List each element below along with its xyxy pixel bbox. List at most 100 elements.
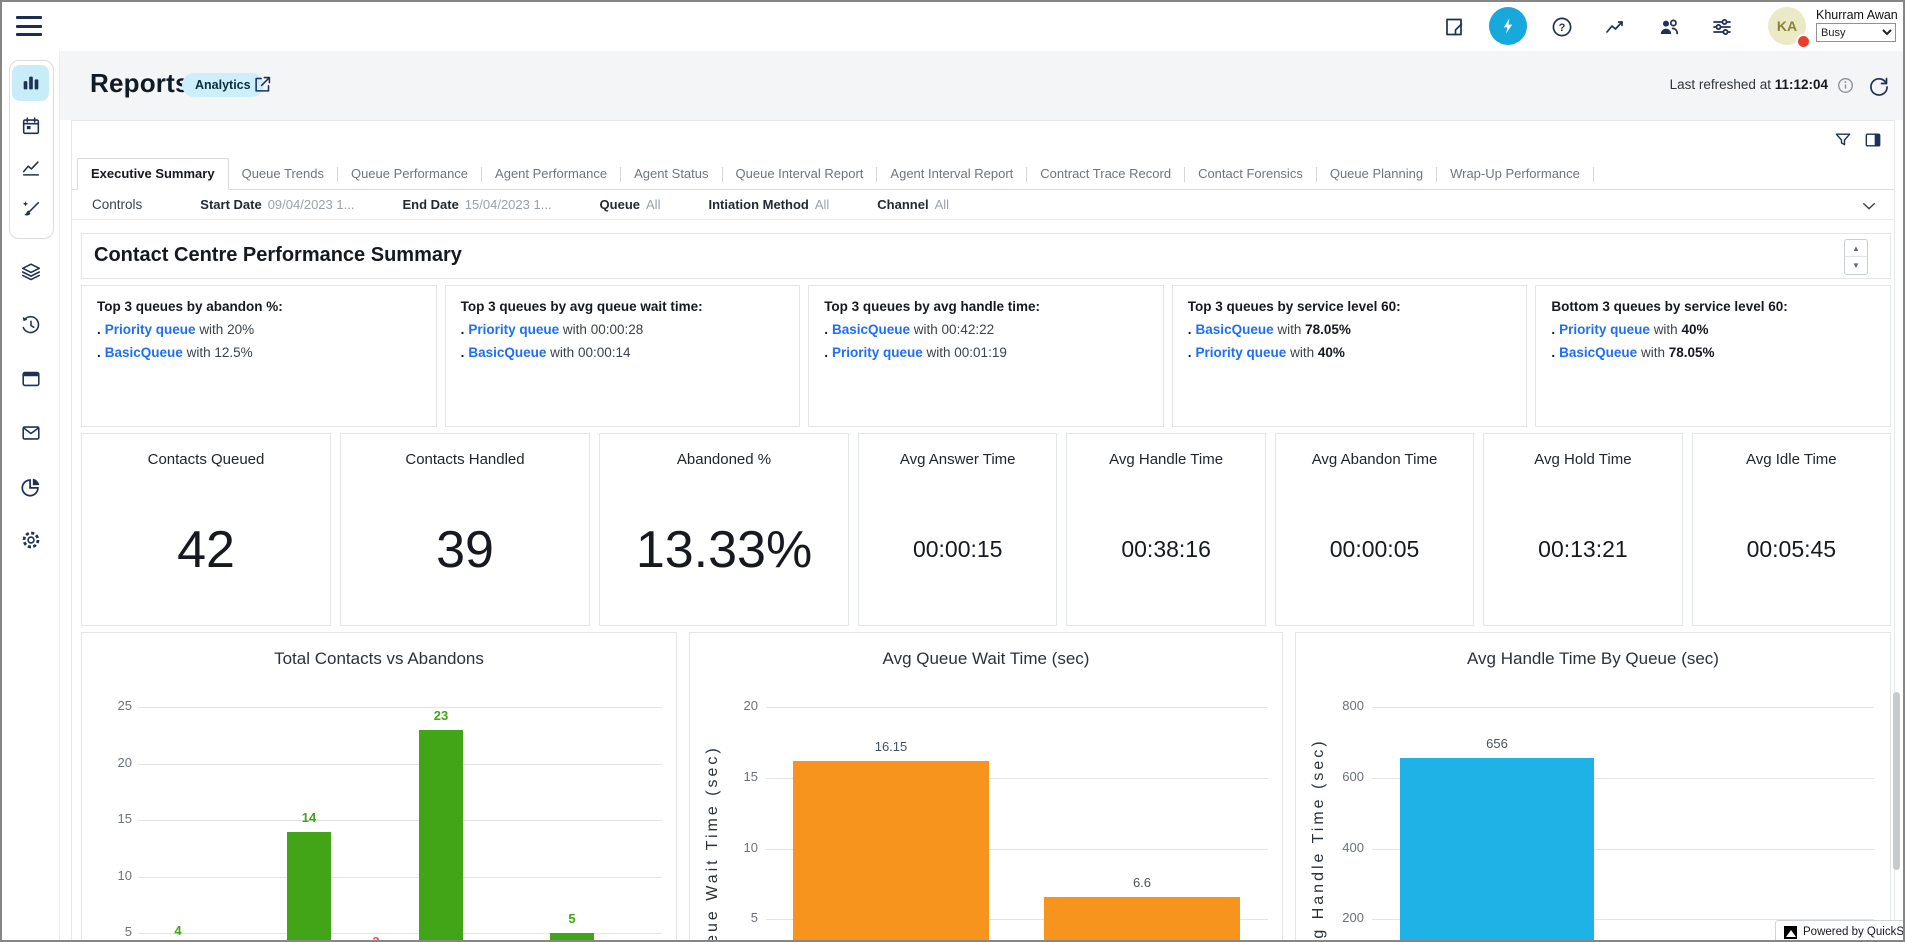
- kpi-abandoned-pct: Abandoned %13.33%: [599, 433, 849, 626]
- history-icon: [20, 314, 42, 336]
- controls-label: Controls: [92, 197, 142, 212]
- queue-link[interactable]: BasicQueue: [468, 345, 546, 360]
- bar-chart-icon: [20, 72, 42, 94]
- kpi-avg-hold-time: Avg Hold Time00:13:21: [1483, 433, 1682, 626]
- sidebar-item-metrics[interactable]: [12, 150, 49, 186]
- app-window: ? KA Khurram Awan Busy: [0, 0, 1905, 942]
- sidebar-item-workspace[interactable]: [12, 361, 49, 397]
- vertical-scrollbar[interactable]: [1893, 692, 1900, 870]
- y-tick-label: 20: [90, 755, 132, 770]
- sidebar-item-design[interactable]: [12, 192, 49, 228]
- queue-link[interactable]: Priority queue: [105, 322, 196, 337]
- bar-value-label: 14: [269, 810, 349, 825]
- gridline: [138, 764, 662, 765]
- tab-queue-interval-report[interactable]: Queue Interval Report: [723, 159, 877, 189]
- tab-agent-performance[interactable]: Agent Performance: [482, 159, 620, 189]
- quicksight-logo-icon: [1784, 926, 1797, 939]
- metrics-icon[interactable]: [1603, 15, 1627, 39]
- bar-contacts[interactable]: [550, 933, 594, 942]
- queue-link[interactable]: BasicQueue: [1196, 322, 1274, 337]
- hamburger-menu-icon[interactable]: [16, 14, 42, 38]
- chart-title: Avg Queue Wait Time (sec): [690, 649, 1282, 669]
- bar-avg-handle-time[interactable]: [1400, 758, 1594, 942]
- info-icon[interactable]: [1836, 76, 1855, 95]
- pager-up-icon[interactable]: ▲: [1845, 240, 1867, 257]
- insight-card-service-level-top: Top 3 queues by service level 60: .Basic…: [1172, 285, 1528, 427]
- insight-line: .BasicQueue with 12.5%: [97, 345, 421, 360]
- tab-contract-trace-record[interactable]: Contract Trace Record: [1027, 159, 1184, 189]
- tab-contact-forensics[interactable]: Contact Forensics: [1185, 159, 1316, 189]
- queue-link[interactable]: Priority queue: [468, 322, 559, 337]
- settings-sliders-icon[interactable]: [1710, 15, 1734, 39]
- insight-line: .Priority queue with 40%: [1551, 322, 1875, 337]
- bar-contacts[interactable]: [287, 832, 331, 942]
- end-date-control[interactable]: End Date15/04/2023 1...: [402, 197, 551, 212]
- quicksight-badge[interactable]: Powered by QuickSight: [1775, 920, 1905, 942]
- gridline: [138, 820, 662, 821]
- y-tick-label: 600: [1322, 769, 1364, 784]
- svg-text:?: ?: [1559, 22, 1566, 34]
- sidebar-item-settings[interactable]: [12, 522, 49, 558]
- start-date-control[interactable]: Start Date09/04/2023 1...: [200, 197, 354, 212]
- initiation-method-control[interactable]: Intiation MethodAll: [708, 197, 829, 212]
- insight-line: .BasicQueue with 00:00:14: [461, 345, 785, 360]
- help-icon[interactable]: ?: [1550, 15, 1574, 39]
- refresh-icon[interactable]: [1867, 74, 1891, 98]
- sidebar-item-mail[interactable]: [12, 415, 49, 451]
- chart-avg-handle-time-by-queue: Avg Handle Time By Queue (sec) 200400600…: [1295, 632, 1891, 942]
- queue-link[interactable]: Priority queue: [1196, 345, 1287, 360]
- sidebar-item-reports[interactable]: [12, 65, 49, 101]
- queue-link[interactable]: Priority queue: [1559, 322, 1650, 337]
- queue-link[interactable]: BasicQueue: [832, 322, 910, 337]
- chevron-down-icon[interactable]: [1860, 197, 1878, 215]
- bar-avg-queue-wait-time[interactable]: [793, 761, 989, 942]
- insight-line: .BasicQueue with 78.05%: [1551, 345, 1875, 360]
- insight-card-service-level-bottom: Bottom 3 queues by service level 60: .Pr…: [1535, 285, 1891, 427]
- pager-down-icon[interactable]: ▼: [1845, 257, 1867, 273]
- queue-link[interactable]: Priority queue: [832, 345, 923, 360]
- user-name: Khurram Awan: [1816, 8, 1900, 22]
- chart-avg-queue-wait-time: Avg Queue Wait Time (sec) 510152016.156.…: [689, 632, 1283, 942]
- queue-control[interactable]: QueueAll: [600, 197, 661, 212]
- bar-value-label: 656: [1457, 736, 1537, 751]
- sidebar-item-analytics[interactable]: [12, 469, 49, 505]
- tab-executive-summary[interactable]: Executive Summary: [77, 158, 229, 190]
- tab-wrap-up-performance[interactable]: Wrap-Up Performance: [1437, 159, 1593, 189]
- notes-icon[interactable]: [1442, 15, 1466, 39]
- tab-queue-performance[interactable]: Queue Performance: [338, 159, 481, 189]
- y-tick-label: 20: [716, 698, 758, 713]
- queue-link[interactable]: BasicQueue: [1559, 345, 1637, 360]
- agents-icon[interactable]: [1657, 15, 1681, 39]
- insight-heading: Top 3 queues by service level 60:: [1188, 299, 1512, 314]
- y-axis-label: Avg Handle Time (sec): [1310, 738, 1328, 942]
- filter-funnel-icon[interactable]: [1833, 130, 1853, 150]
- y-tick-label: 15: [716, 769, 758, 784]
- sidebar-item-history[interactable]: [12, 307, 49, 343]
- insight-heading: Top 3 queues by abandon %:: [97, 299, 421, 314]
- gridline: [138, 707, 662, 708]
- kpi-contacts-handled: Contacts Handled39: [340, 433, 590, 626]
- panel-popout-icon[interactable]: [1863, 130, 1883, 150]
- sidebar-item-flows[interactable]: [12, 254, 49, 290]
- pie-chart-icon: [20, 476, 42, 498]
- tab-queue-trends[interactable]: Queue Trends: [229, 159, 337, 189]
- external-link-icon[interactable]: [252, 73, 274, 95]
- tab-agent-interval-report[interactable]: Agent Interval Report: [877, 159, 1026, 189]
- insight-line: .Priority queue with 00:00:28: [461, 322, 785, 337]
- gridline: [766, 707, 1268, 708]
- left-sidebar: [2, 51, 60, 940]
- status-select[interactable]: Busy: [1816, 23, 1896, 42]
- tab-agent-status[interactable]: Agent Status: [621, 159, 721, 189]
- channel-control[interactable]: ChannelAll: [877, 197, 949, 212]
- bar-contacts[interactable]: [419, 730, 463, 942]
- window-icon: [20, 368, 42, 390]
- quick-actions-icon[interactable]: [1489, 7, 1527, 45]
- design-brush-icon: [20, 199, 42, 221]
- sidebar-item-calendar[interactable]: [12, 108, 49, 144]
- insight-heading: Bottom 3 queues by service level 60:: [1551, 299, 1875, 314]
- kpi-contacts-queued: Contacts Queued42: [81, 433, 331, 626]
- sheet-title: Contact Centre Performance Summary: [94, 244, 462, 267]
- queue-link[interactable]: BasicQueue: [105, 345, 183, 360]
- tab-queue-planning[interactable]: Queue Planning: [1317, 159, 1436, 189]
- bar-avg-queue-wait-time[interactable]: [1044, 897, 1240, 942]
